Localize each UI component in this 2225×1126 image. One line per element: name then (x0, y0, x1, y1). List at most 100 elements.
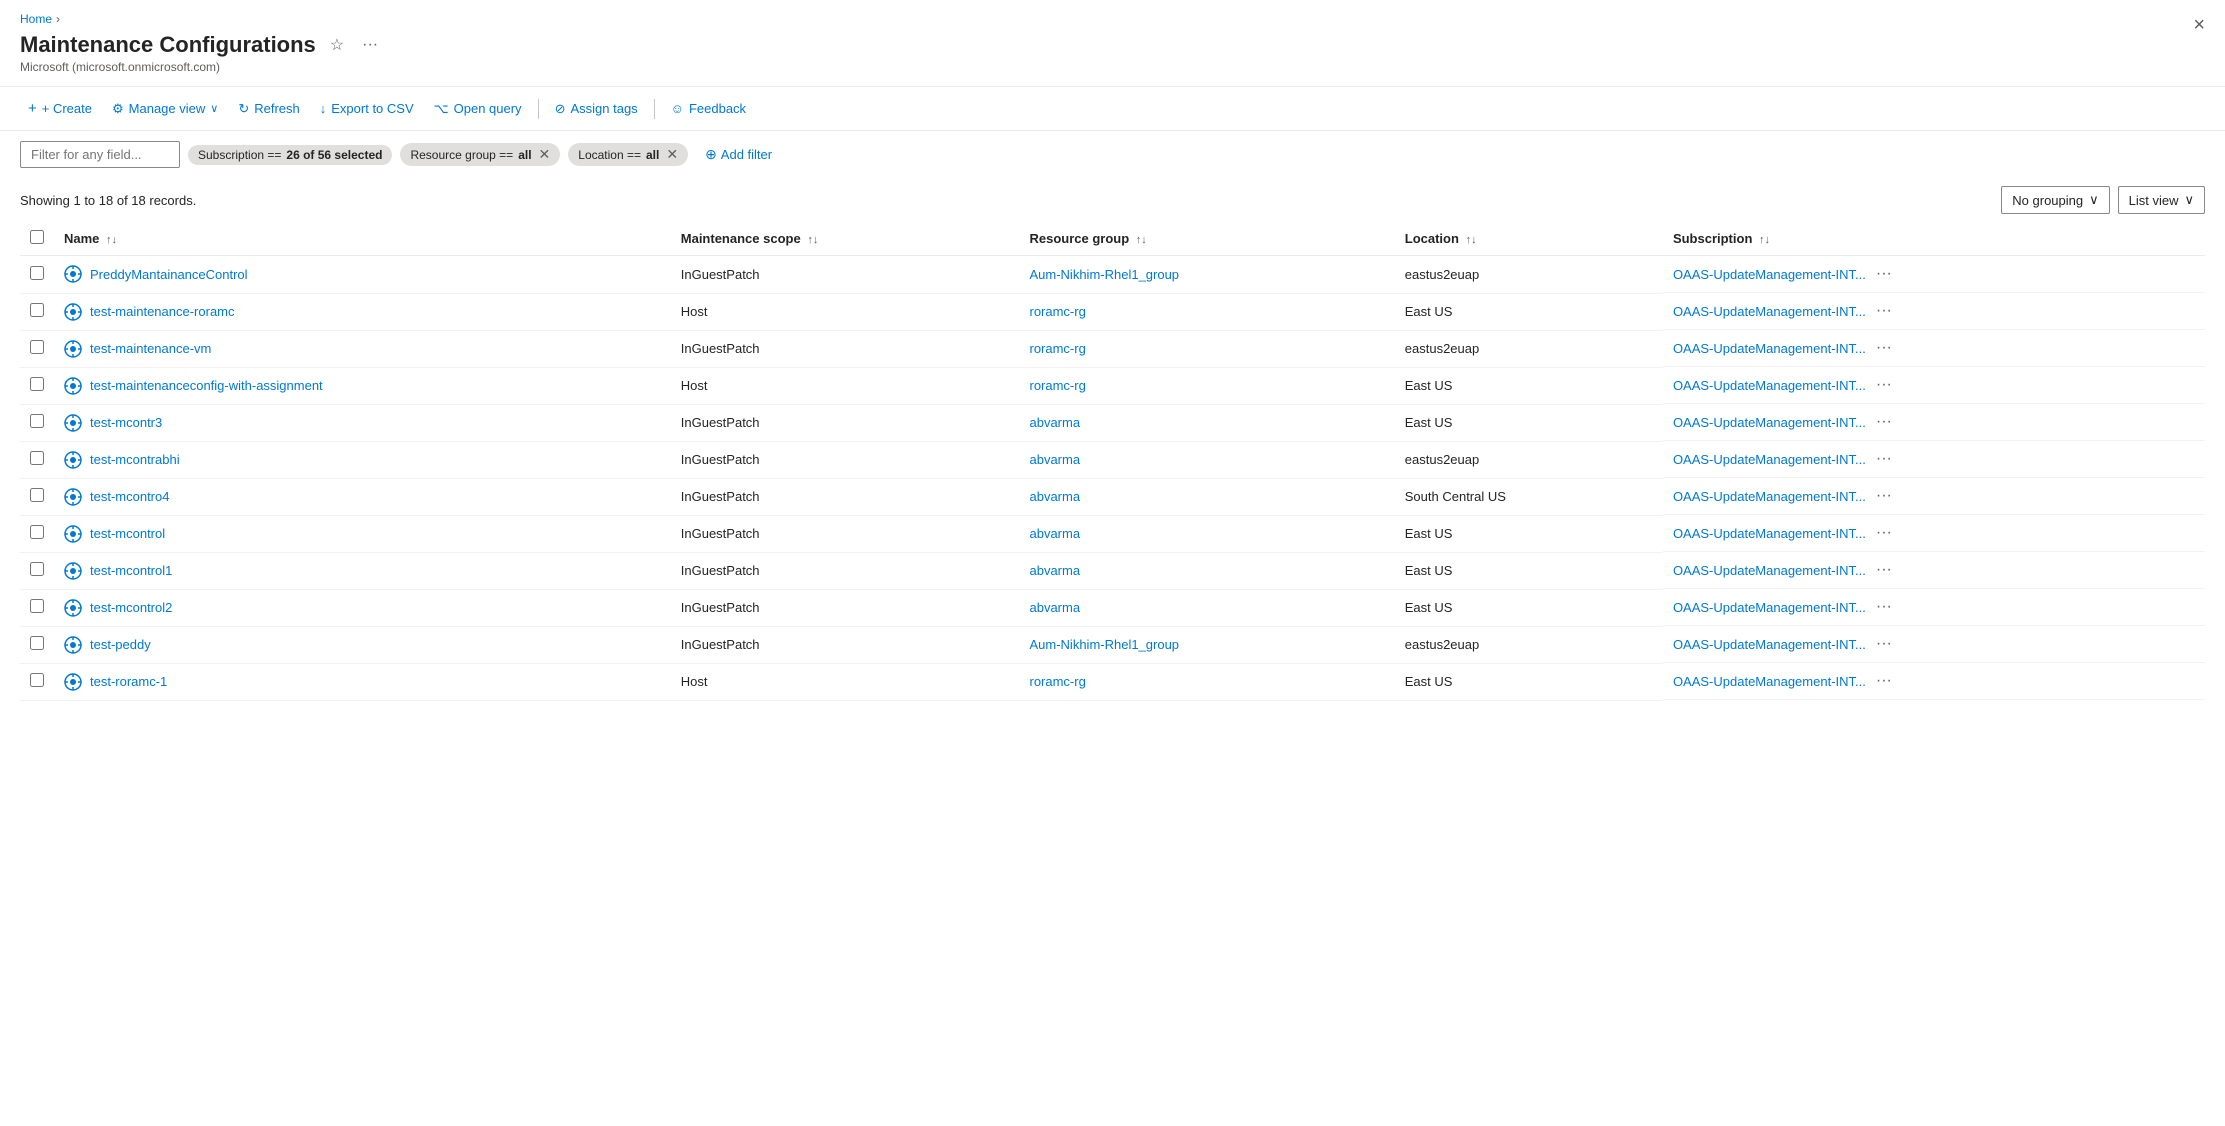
row-more-button[interactable]: ··· (1870, 300, 1898, 322)
row-more-button[interactable]: ··· (1870, 374, 1898, 396)
row-checkbox-cell[interactable] (20, 478, 54, 515)
row-checkbox-cell[interactable] (20, 256, 54, 294)
select-all-header[interactable] (20, 222, 54, 256)
row-rg-link[interactable]: roramc-rg (1029, 378, 1085, 393)
row-checkbox[interactable] (30, 266, 44, 280)
row-checkbox-cell[interactable] (20, 367, 54, 404)
row-location: East US (1395, 552, 1663, 589)
row-checkbox[interactable] (30, 525, 44, 539)
refresh-button[interactable]: ↻ Refresh (230, 96, 307, 122)
row-checkbox[interactable] (30, 673, 44, 687)
row-sub-link[interactable]: OAAS-UpdateManagement-INT... (1673, 341, 1866, 356)
row-checkbox[interactable] (30, 303, 44, 317)
row-checkbox[interactable] (30, 414, 44, 428)
row-checkbox[interactable] (30, 562, 44, 576)
row-rg-link[interactable]: abvarma (1029, 489, 1080, 504)
row-more-button[interactable]: ··· (1870, 596, 1898, 618)
sort-sub-icon[interactable]: ↑↓ (1759, 234, 1770, 246)
export-csv-button[interactable]: ↓ Export to CSV (312, 96, 422, 121)
row-rg-link[interactable]: abvarma (1029, 415, 1080, 430)
row-name: test-maintenance-vm (54, 330, 671, 367)
row-rg-link[interactable]: abvarma (1029, 526, 1080, 541)
row-checkbox-cell[interactable] (20, 330, 54, 367)
row-checkbox-cell[interactable] (20, 589, 54, 626)
feedback-button[interactable]: ☺ Feedback (663, 96, 754, 121)
row-name-link[interactable]: test-mcontrol (90, 526, 165, 541)
row-sub-link[interactable]: OAAS-UpdateManagement-INT... (1673, 267, 1866, 282)
row-more-button[interactable]: ··· (1870, 448, 1898, 470)
row-resource-group: abvarma (1019, 404, 1394, 441)
row-name-link[interactable]: test-mcontro4 (90, 489, 169, 504)
row-checkbox-cell[interactable] (20, 552, 54, 589)
row-more-button[interactable]: ··· (1870, 485, 1898, 507)
row-name-link[interactable]: test-maintenance-vm (90, 341, 211, 356)
select-all-checkbox[interactable] (30, 230, 44, 244)
sort-rg-icon[interactable]: ↑↓ (1136, 234, 1147, 246)
row-checkbox-cell[interactable] (20, 293, 54, 330)
row-checkbox[interactable] (30, 377, 44, 391)
row-checkbox[interactable] (30, 599, 44, 613)
row-checkbox-cell[interactable] (20, 404, 54, 441)
row-name-link[interactable]: test-maintenance-roramc (90, 304, 235, 319)
add-filter-button[interactable]: ⊕ Add filter (696, 141, 781, 168)
row-checkbox[interactable] (30, 636, 44, 650)
remove-location-filter[interactable]: ✕ (666, 146, 678, 163)
row-sub-link[interactable]: OAAS-UpdateManagement-INT... (1673, 526, 1866, 541)
row-checkbox[interactable] (30, 451, 44, 465)
row-name-link[interactable]: PreddyMantainanceControl (90, 267, 248, 282)
more-options-button[interactable]: ··· (358, 34, 382, 56)
row-checkbox[interactable] (30, 340, 44, 354)
row-rg-link[interactable]: abvarma (1029, 600, 1080, 615)
row-rg-link[interactable]: Aum-Nikhim-Rhel1_group (1029, 267, 1179, 282)
row-sub-link[interactable]: OAAS-UpdateManagement-INT... (1673, 378, 1866, 393)
row-more-button[interactable]: ··· (1870, 670, 1898, 692)
filter-input[interactable] (20, 141, 180, 168)
row-more-button[interactable]: ··· (1870, 633, 1898, 655)
row-name-link[interactable]: test-mcontrol1 (90, 563, 172, 578)
row-more-button[interactable]: ··· (1870, 411, 1898, 433)
row-scope: InGuestPatch (671, 256, 1020, 294)
row-sub-link[interactable]: OAAS-UpdateManagement-INT... (1673, 452, 1866, 467)
open-query-button[interactable]: ⌥ Open query (426, 96, 530, 122)
row-sub-link[interactable]: OAAS-UpdateManagement-INT... (1673, 563, 1866, 578)
row-rg-link[interactable]: Aum-Nikhim-Rhel1_group (1029, 637, 1179, 652)
grouping-dropdown[interactable]: No grouping ∨ (2001, 186, 2109, 214)
breadcrumb-home[interactable]: Home (20, 12, 52, 26)
row-sub-link[interactable]: OAAS-UpdateManagement-INT... (1673, 304, 1866, 319)
create-button[interactable]: + + Create (20, 95, 100, 122)
row-sub-link[interactable]: OAAS-UpdateManagement-INT... (1673, 637, 1866, 652)
manage-view-button[interactable]: ⚙ Manage view ∨ (104, 96, 226, 122)
row-checkbox-cell[interactable] (20, 515, 54, 552)
row-rg-link[interactable]: roramc-rg (1029, 304, 1085, 319)
sort-location-icon[interactable]: ↑↓ (1466, 234, 1477, 246)
row-rg-link[interactable]: roramc-rg (1029, 674, 1085, 689)
assign-tags-button[interactable]: ⊘ Assign tags (547, 96, 646, 122)
row-name-link[interactable]: test-peddy (90, 637, 151, 652)
pin-button[interactable]: ☆ (326, 33, 348, 57)
row-more-button[interactable]: ··· (1870, 337, 1898, 359)
row-name-link[interactable]: test-roramc-1 (90, 674, 167, 689)
close-button[interactable]: × (2193, 14, 2205, 37)
view-dropdown[interactable]: List view ∨ (2118, 186, 2205, 214)
row-sub-link[interactable]: OAAS-UpdateManagement-INT... (1673, 415, 1866, 430)
row-more-button[interactable]: ··· (1870, 263, 1898, 285)
row-name-link[interactable]: test-mcontr3 (90, 415, 162, 430)
row-sub-link[interactable]: OAAS-UpdateManagement-INT... (1673, 600, 1866, 615)
row-sub-link[interactable]: OAAS-UpdateManagement-INT... (1673, 489, 1866, 504)
row-rg-link[interactable]: abvarma (1029, 452, 1080, 467)
row-name-link[interactable]: test-mcontrabhi (90, 452, 180, 467)
row-sub-link[interactable]: OAAS-UpdateManagement-INT... (1673, 674, 1866, 689)
row-name-link[interactable]: test-maintenanceconfig-with-assignment (90, 378, 323, 393)
row-checkbox-cell[interactable] (20, 626, 54, 663)
row-name-link[interactable]: test-mcontrol2 (90, 600, 172, 615)
row-more-button[interactable]: ··· (1870, 559, 1898, 581)
remove-resource-group-filter[interactable]: ✕ (539, 146, 551, 163)
row-checkbox[interactable] (30, 488, 44, 502)
row-rg-link[interactable]: roramc-rg (1029, 341, 1085, 356)
row-more-button[interactable]: ··· (1870, 522, 1898, 544)
sort-scope-icon[interactable]: ↑↓ (807, 234, 818, 246)
sort-name-icon[interactable]: ↑↓ (106, 234, 117, 246)
row-checkbox-cell[interactable] (20, 663, 54, 700)
row-checkbox-cell[interactable] (20, 441, 54, 478)
row-rg-link[interactable]: abvarma (1029, 563, 1080, 578)
